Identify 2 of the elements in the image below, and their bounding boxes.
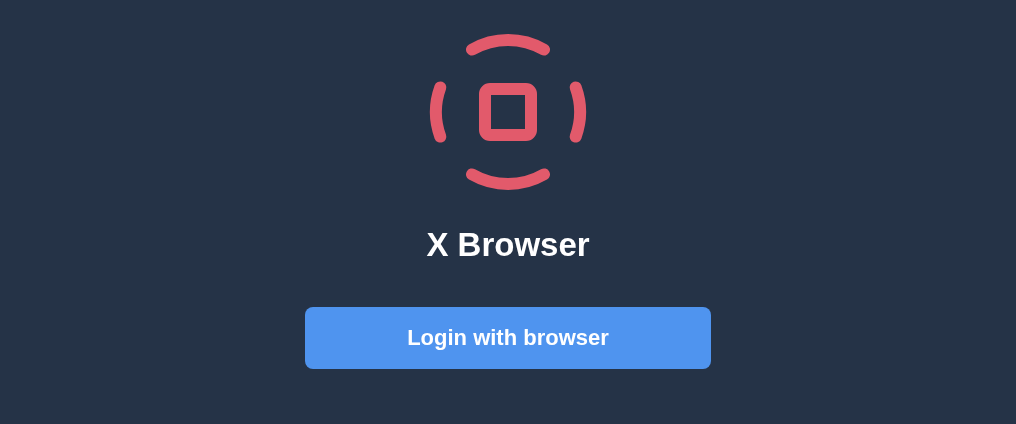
login-button[interactable]: Login with browser (305, 307, 711, 369)
app-title: X Browser (426, 225, 590, 265)
